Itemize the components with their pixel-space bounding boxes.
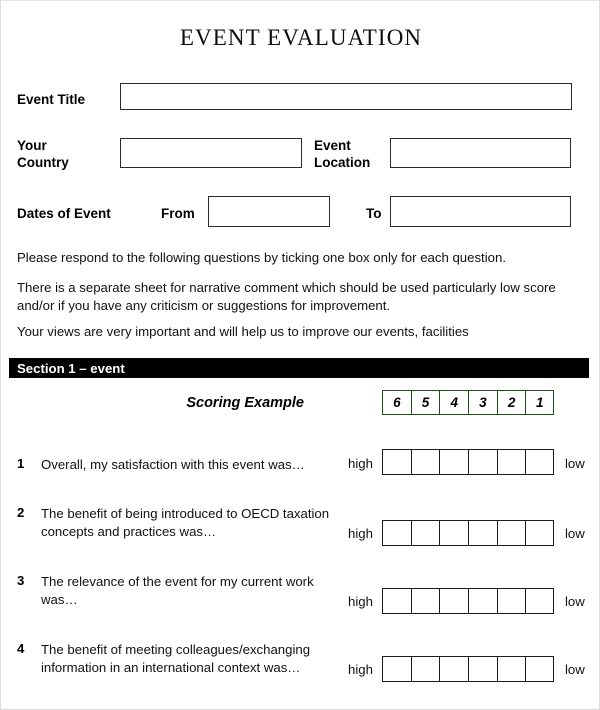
question-text: The relevance of the event for my curren… [41,574,314,607]
score-scale-cell: 3 [468,390,497,415]
scale-high-label: high [348,526,373,541]
answer-choice-box[interactable] [410,449,440,475]
scale-high-label: high [348,594,373,609]
answer-choice-box[interactable] [410,520,440,546]
scale-high-label: high [348,456,373,471]
question-number: 3 [17,573,25,588]
scale-low-label: low [565,594,585,609]
answer-choice-box[interactable] [468,449,497,475]
answer-choice-group[interactable] [382,520,555,546]
answer-choice-box[interactable] [410,588,440,614]
your-country-input[interactable] [120,138,302,168]
answer-choice-box[interactable] [382,588,411,614]
question-text: The benefit of being introduced to OECD … [41,506,330,539]
instruction-paragraph-1: Please respond to the following question… [17,250,506,265]
score-scale-cell: 1 [525,390,555,415]
your-country-label: Your Country [17,138,69,170]
answer-choice-box[interactable] [525,520,555,546]
date-to-input[interactable] [390,196,571,227]
scale-low-label: low [565,526,585,541]
answer-choice-box[interactable] [468,588,497,614]
page-title: EVENT EVALUATION [179,25,423,50]
scoring-example-label: Scoring Example [186,395,304,411]
answer-choice-box[interactable] [439,588,469,614]
answer-choice-box[interactable] [496,520,526,546]
answer-choice-box[interactable] [525,656,555,682]
answer-choice-box[interactable] [439,656,469,682]
dates-of-event-label: Dates of Event [17,206,111,221]
score-scale-cell: 6 [382,390,411,415]
answer-choice-group[interactable] [382,588,555,614]
answer-choice-box[interactable] [410,656,440,682]
answer-choice-box[interactable] [382,656,411,682]
answer-choice-box[interactable] [468,520,497,546]
instruction-paragraph-2: There is a separate sheet for narrative … [17,280,556,313]
instruction-paragraph-3: Your views are very important and will h… [17,324,469,339]
answer-choice-box[interactable] [468,656,497,682]
answer-choice-box[interactable] [439,520,469,546]
answer-choice-box[interactable] [382,449,411,475]
answer-choice-group[interactable] [382,656,555,682]
date-from-input[interactable] [208,196,330,227]
answer-choice-box[interactable] [496,588,526,614]
event-title-input[interactable] [120,83,572,110]
question-number: 1 [17,456,25,471]
scoring-example-scale: 6 5 4 3 2 1 [382,390,555,415]
date-from-label: From [161,206,195,221]
answer-choice-box[interactable] [496,656,526,682]
question-text: The benefit of meeting colleagues/exchan… [41,642,311,675]
scale-low-label: low [565,662,585,677]
question-text: Overall, my satisfaction with this event… [41,457,305,472]
answer-choice-box[interactable] [496,449,526,475]
event-location-input[interactable] [390,138,571,168]
event-location-label: Event Location [314,138,371,170]
answer-choice-box[interactable] [439,449,469,475]
answer-choice-group[interactable] [382,449,555,475]
section-header-label: Section 1 – event [17,361,125,376]
section-header-bar: Section 1 – event [9,358,589,378]
scale-high-label: high [348,662,373,677]
date-to-label: To [366,206,382,221]
score-scale-cell: 5 [410,390,440,415]
answer-choice-box[interactable] [525,449,555,475]
score-scale-cell: 4 [439,390,469,415]
event-title-label: Event Title [17,92,86,107]
question-number: 4 [17,641,25,656]
answer-choice-box[interactable] [382,520,411,546]
scale-low-label: low [565,456,585,471]
answer-choice-box[interactable] [525,588,555,614]
question-number: 2 [17,505,25,520]
evaluation-form-page: EVENT EVALUATION Event Title Your Country… [0,0,600,710]
score-scale-cell: 2 [496,390,526,415]
